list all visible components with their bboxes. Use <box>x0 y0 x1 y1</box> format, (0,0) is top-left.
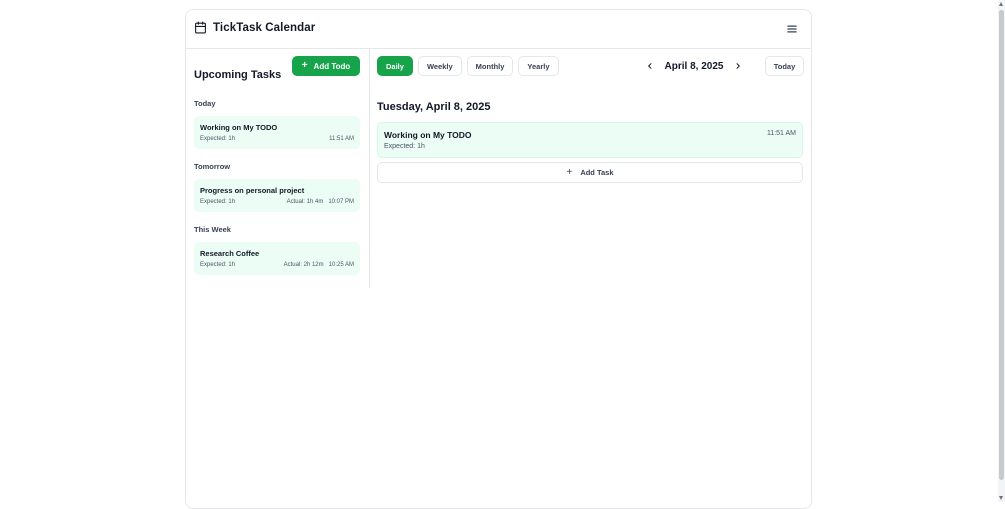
task-time: 10:25 AM <box>328 262 354 268</box>
plus-icon: + <box>566 166 573 178</box>
event-name: Working on My TODO <box>384 130 472 140</box>
task-meta: Actual: 1h 4m 10:07 PM <box>287 199 354 205</box>
add-todo-label: Add Todo <box>313 61 351 71</box>
group-label-this-week: This Week <box>194 225 231 234</box>
scroll-down-arrow-icon[interactable] <box>999 496 1003 500</box>
plus-icon: + <box>301 60 308 71</box>
view-daily-button[interactable]: Daily <box>377 56 413 76</box>
chevron-left-icon <box>648 63 652 69</box>
chevron-right-icon <box>736 63 740 69</box>
task-card[interactable]: Working on My TODO Expected: 1h 11:51 AM <box>194 116 360 149</box>
task-name: Working on My TODO <box>200 123 278 132</box>
task-name: Progress on personal project <box>200 186 305 195</box>
add-task-button[interactable]: + Add Task <box>377 162 803 183</box>
view-switcher: Daily Weekly Monthly Yearly <box>377 56 559 76</box>
previous-date-button[interactable] <box>644 57 656 75</box>
scrollbar-thumb[interactable] <box>999 10 1004 480</box>
task-expected: Expected: 1h <box>200 199 236 205</box>
day-event[interactable]: Working on My TODO Expected: 1h 11:51 AM <box>377 122 803 158</box>
event-time: 11:51 AM <box>766 130 796 137</box>
current-date: April 8, 2025 <box>664 61 724 72</box>
task-expected: Expected: 1h <box>200 136 236 142</box>
day-heading: Tuesday, April 8, 2025 <box>377 101 491 113</box>
next-date-button[interactable] <box>732 57 744 75</box>
calendar-icon <box>195 21 206 34</box>
today-button[interactable]: Today <box>765 56 804 76</box>
app-window: TickTask Calendar Upcoming Tasks + Add T… <box>185 9 812 509</box>
task-card[interactable]: Progress on personal project Expected: 1… <box>194 179 360 212</box>
task-expected: Expected: 1h <box>200 262 236 268</box>
group-label-today: Today <box>194 99 216 108</box>
task-name: Research Coffee <box>200 249 260 258</box>
view-monthly-button[interactable]: Monthly <box>466 56 514 76</box>
task-time: 10:07 PM <box>328 199 354 205</box>
view-yearly-button[interactable]: Yearly <box>518 56 559 76</box>
add-task-label: Add Task <box>580 168 614 177</box>
event-expected: Expected: 1h <box>384 143 425 150</box>
top-bar: TickTask Calendar <box>186 10 811 49</box>
task-meta: 11:51 AM <box>329 136 354 142</box>
sidebar-title: Upcoming Tasks <box>194 69 282 81</box>
upcoming-tasks-sidebar: Upcoming Tasks + Add Todo Today Working … <box>186 48 370 288</box>
task-actual: Actual: 2h 12m <box>283 262 324 268</box>
task-meta: Actual: 2h 12m 10:25 AM <box>284 262 354 268</box>
task-actual: Actual: 1h 4m <box>286 199 324 205</box>
task-card[interactable]: Research Coffee Expected: 1h Actual: 2h … <box>194 242 360 275</box>
date-navigator: April 8, 2025 <box>644 57 744 75</box>
hamburger-menu-icon[interactable] <box>785 22 799 36</box>
app-title-text: TickTask Calendar <box>213 21 316 34</box>
page-scrollbar[interactable] <box>998 0 1005 502</box>
add-todo-button[interactable]: + Add Todo <box>292 56 360 76</box>
view-weekly-button[interactable]: Weekly <box>417 56 462 76</box>
scroll-up-arrow-icon[interactable] <box>999 2 1003 6</box>
app-title: TickTask Calendar <box>194 21 315 34</box>
group-label-tomorrow: Tomorrow <box>194 162 231 171</box>
task-time: 11:51 AM <box>329 136 354 142</box>
